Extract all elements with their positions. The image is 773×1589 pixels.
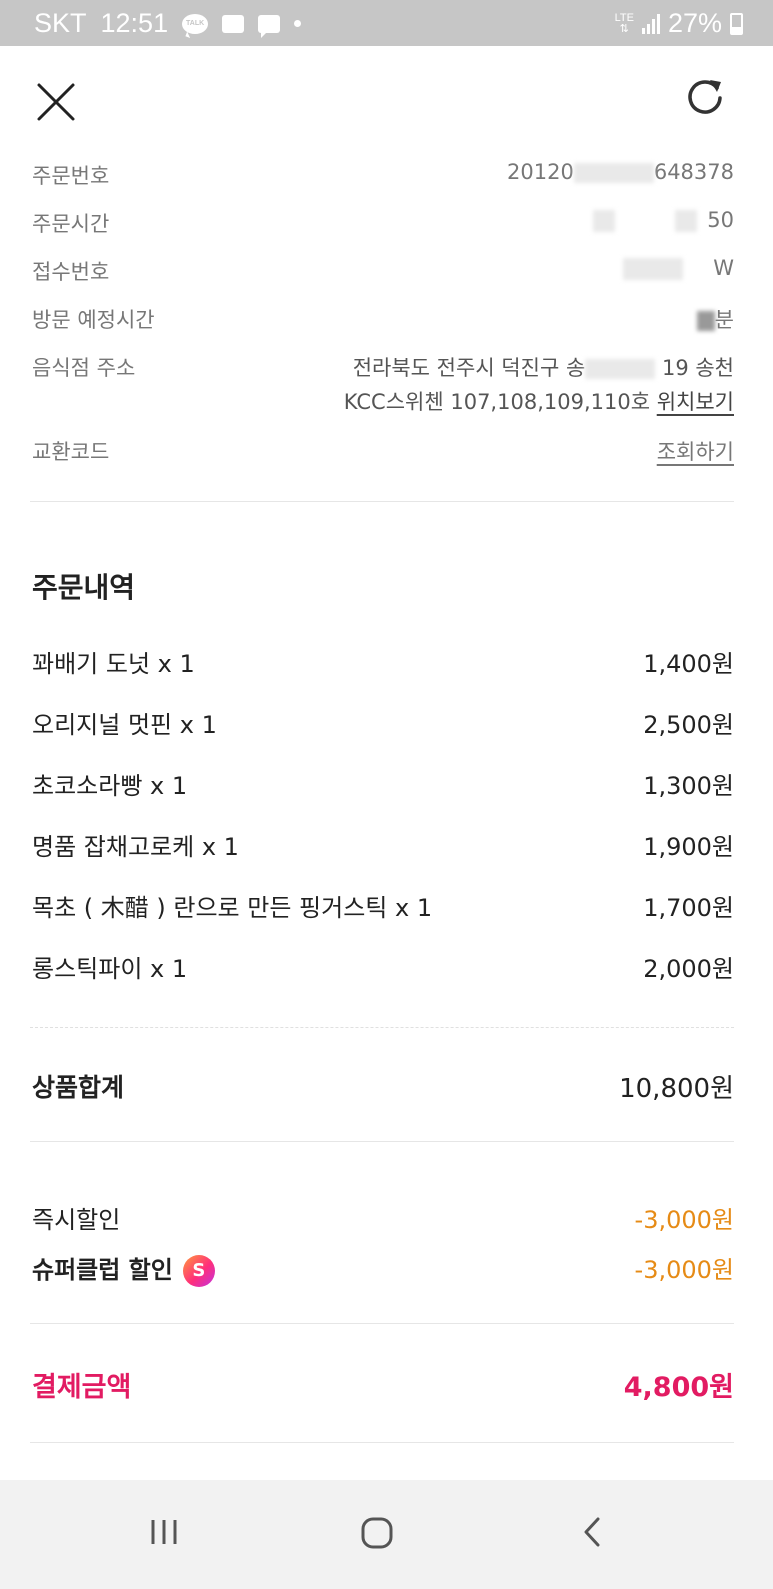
kakaotalk-icon: TALK	[182, 13, 209, 34]
home-button[interactable]	[352, 1508, 402, 1558]
exchange-code-label: 교환코드	[32, 440, 110, 464]
instant-discount-row: 즉시할인 -3,000원	[32, 1200, 734, 1235]
refresh-button[interactable]	[683, 74, 727, 118]
divider	[30, 1141, 734, 1142]
order-item-price: 2,000원	[643, 955, 734, 983]
close-icon	[37, 83, 75, 121]
order-item-price: 1,700원	[643, 894, 734, 922]
signal-strength-icon	[641, 13, 660, 34]
superclub-discount-value: -3,000원	[634, 1256, 734, 1284]
visit-time-value: 분	[696, 304, 734, 334]
total-label: 결제금액	[32, 1372, 132, 1403]
recent-apps-icon	[151, 1520, 177, 1544]
instant-discount-label: 즉시할인	[32, 1206, 121, 1234]
order-item-price: 1,300원	[643, 772, 734, 800]
order-item-price: 2,500원	[643, 711, 734, 739]
instant-discount-value: -3,000원	[634, 1206, 734, 1234]
system-navigation-bar	[0, 1480, 773, 1589]
order-item-name: 오리지널 멋핀 x 1	[32, 711, 217, 739]
close-button[interactable]	[34, 80, 78, 124]
total-row: 결제금액 4,800원	[32, 1365, 734, 1404]
divider	[30, 501, 734, 502]
message-notification-icon	[258, 14, 281, 38]
divider	[30, 1442, 734, 1443]
subtotal-label: 상품합계	[32, 1073, 125, 1102]
order-item-name: 명품 잡채고로케 x 1	[32, 833, 239, 861]
subtotal-value: 10,800원	[619, 1074, 734, 1104]
divider	[30, 1323, 734, 1324]
network-type-label: LTE ⇅	[614, 11, 634, 35]
address-value-line2: KCC스위첸 107,108,109,110호 위치보기	[343, 390, 734, 414]
order-number-label: 주문번호	[32, 164, 110, 188]
clock-label: 12:51	[100, 8, 169, 38]
battery-percent-label: 27%	[667, 8, 722, 38]
location-link[interactable]: 위치보기	[657, 390, 734, 414]
superclub-discount-row: 슈퍼클럽 할인 S -3,000원	[32, 1250, 734, 1287]
visit-time-label: 방문 예정시간	[32, 308, 155, 332]
recent-apps-button[interactable]	[140, 1508, 190, 1558]
order-item-name: 롱스틱파이 x 1	[32, 955, 188, 983]
address-row: 음식점 주소 전라북도 전주시 덕진구 송 19 송천 KCC스위첸 107,1…	[32, 352, 734, 414]
subtotal-row: 상품합계 10,800원	[32, 1068, 734, 1104]
total-value: 4,800원	[623, 1372, 734, 1403]
superclub-discount-label: 슈퍼클럽 할인	[32, 1256, 173, 1284]
receipt-number-value: W	[623, 256, 734, 280]
order-item-price: 1,400원	[643, 650, 734, 678]
order-section-title: 주문내역	[32, 571, 136, 604]
back-button[interactable]	[568, 1508, 618, 1558]
order-time-label: 주문시간	[32, 212, 110, 236]
status-bar: SKT 12:51 TALK LTE ⇅ 27%	[0, 0, 773, 46]
order-item-name: 꽈배기 도넛 x 1	[32, 650, 195, 678]
address-value: 전라북도 전주시 덕진구 송 19 송천	[352, 356, 734, 380]
exchange-code-link[interactable]: 조회하기	[657, 436, 734, 466]
order-item-name: 초코소라빵 x 1	[32, 772, 188, 800]
home-icon	[361, 1517, 393, 1549]
carrier-label: SKT	[34, 8, 87, 38]
dashed-divider	[30, 1027, 734, 1028]
order-item-price: 1,900원	[643, 833, 734, 861]
more-notifications-dot-icon	[294, 20, 302, 27]
order-time-value: 50	[593, 208, 734, 232]
address-label: 음식점 주소	[32, 356, 136, 380]
order-number-value: 20120 648378	[507, 160, 734, 184]
order-item-name: 목초 ( 木醋 ) 란으로 만든 핑거스틱 x 1	[32, 894, 433, 922]
gallery-notification-icon	[222, 14, 245, 33]
superclub-badge-icon: S	[182, 1255, 215, 1287]
refresh-icon	[688, 80, 722, 114]
battery-icon	[730, 12, 743, 35]
receipt-number-label: 접수번호	[32, 260, 110, 284]
back-icon	[584, 1517, 600, 1547]
